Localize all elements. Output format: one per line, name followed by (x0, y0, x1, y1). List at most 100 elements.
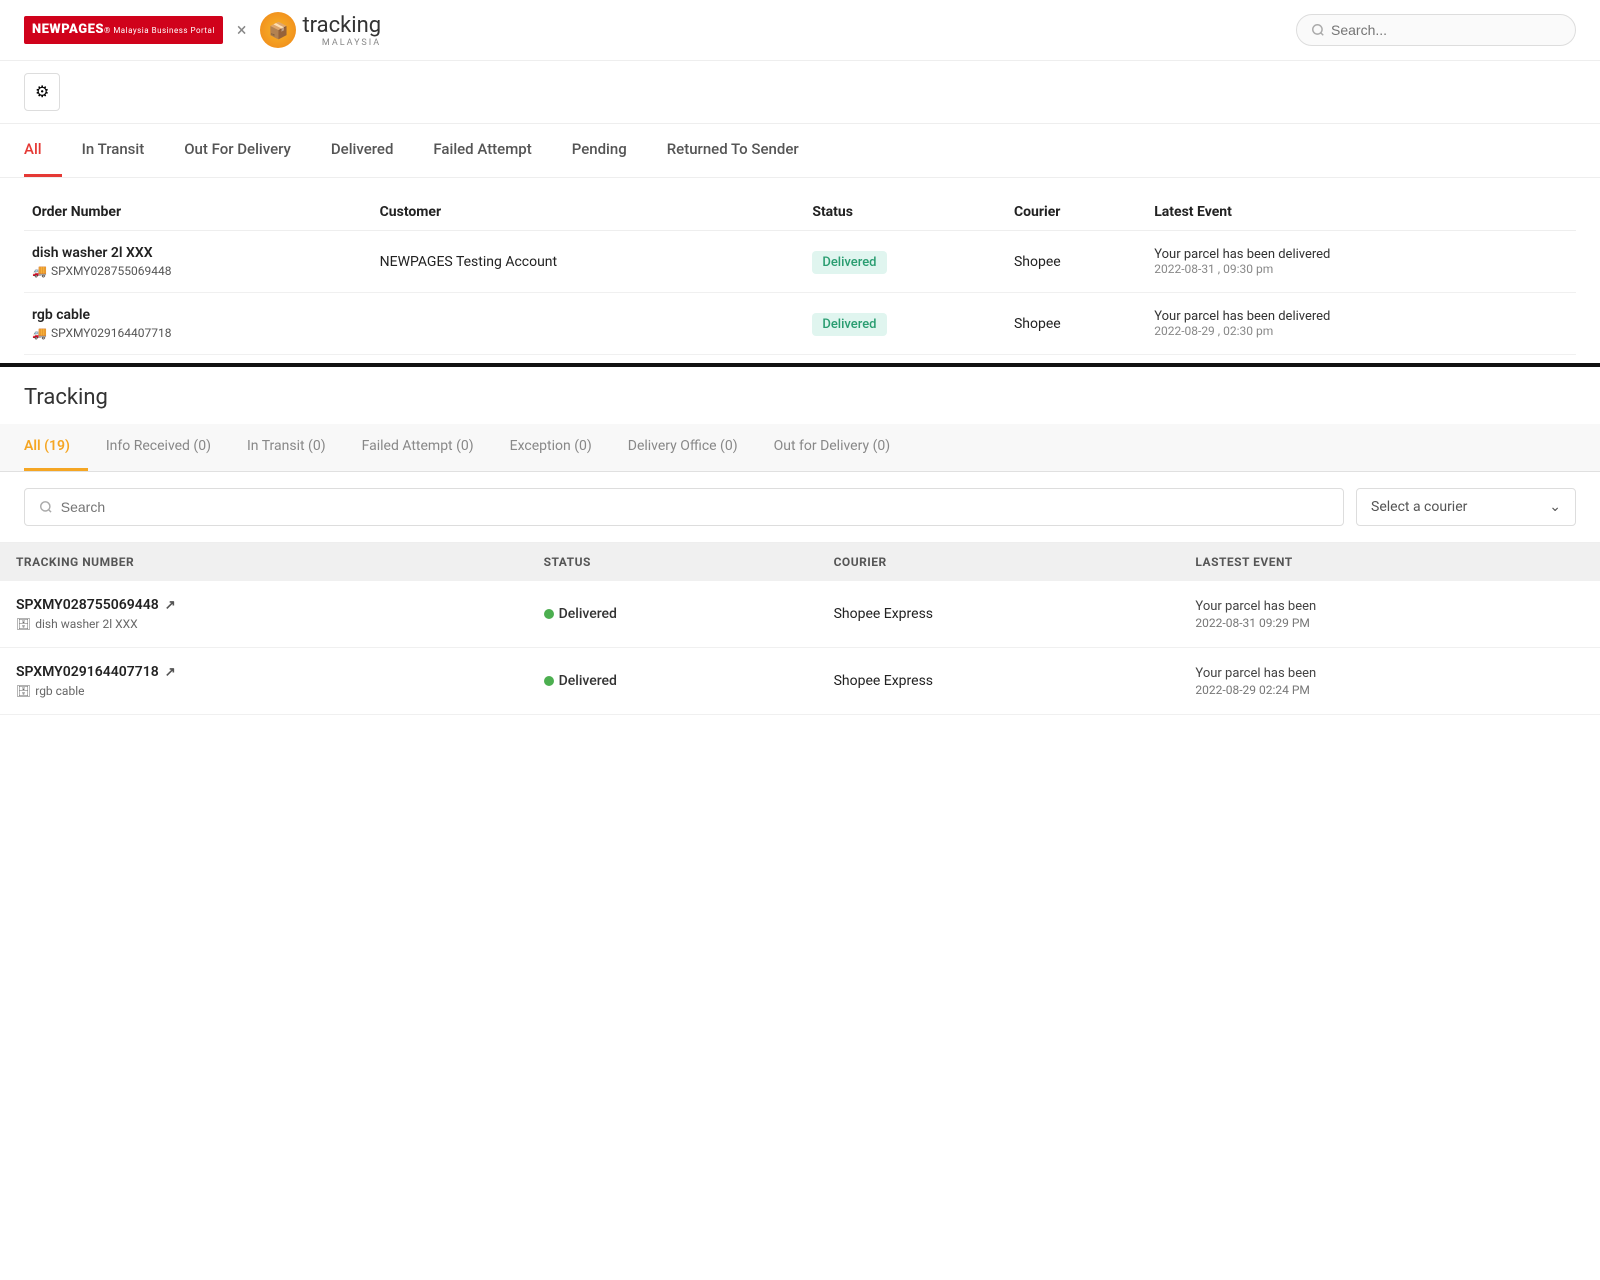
delivered-dot (544, 676, 554, 686)
truck-icon: 🚚 (32, 264, 47, 278)
tracking-tab-exception[interactable]: Exception (0) (492, 424, 610, 471)
tracking-row1-number: SPXMY028755069448 ↗ 🗄 dish washer 2l XXX (0, 581, 528, 648)
filter-row: Select a courier ⌄ (0, 472, 1600, 543)
archive-icon: 🗄 (16, 684, 31, 698)
table-row: SPXMY029164407718 ↗ 🗄 rgb cable Delivere… (0, 648, 1600, 715)
latest-event-date: 2022-08-29 02:24 PM (1195, 683, 1584, 697)
search-icon (1311, 23, 1325, 37)
tracking-search-input[interactable] (61, 499, 1329, 515)
header-search-box[interactable] (1296, 14, 1576, 46)
order-cell-1: dish washer 2l XXX 🚚 SPXMY028755069448 (24, 231, 372, 293)
status-badge: Delivered (812, 251, 886, 274)
tracking-row1-status: Delivered (528, 581, 818, 648)
latest-event-text: Your parcel has been (1195, 599, 1584, 614)
tracking-col-courier: COURIER (818, 543, 1180, 581)
tracking-tab-out-for-delivery[interactable]: Out for Delivery (0) (756, 424, 909, 471)
tracking-order-label: 🗄 dish washer 2l XXX (16, 617, 512, 631)
share-icon[interactable]: ↗ (165, 598, 176, 613)
tracking-num-label: 🚚 SPXMY029164407718 (32, 326, 364, 340)
tracking-number-value: SPXMY028755069448 ↗ (16, 597, 512, 613)
latest-event-text: Your parcel has been (1195, 666, 1584, 681)
delivered-dot (544, 609, 554, 619)
order-name: rgb cable (32, 307, 364, 323)
col-latest-event: Latest Event (1146, 194, 1576, 231)
status-delivered-badge: Delivered (544, 673, 802, 689)
tracking-col-event: LASTEST EVENT (1179, 543, 1600, 581)
col-status: Status (804, 194, 1006, 231)
status-delivered-badge: Delivered (544, 606, 802, 622)
event-text: Your parcel has been delivered (1154, 247, 1568, 262)
col-customer: Customer (372, 194, 805, 231)
order-cell-2: rgb cable 🚚 SPXMY029164407718 (24, 293, 372, 355)
courier-cell-1: Shopee (1006, 231, 1146, 293)
gear-icon: ⚙ (35, 84, 49, 101)
event-text: Your parcel has been delivered (1154, 309, 1568, 324)
settings-area: ⚙ (0, 61, 1600, 124)
tracking-number-value: SPXMY029164407718 ↗ (16, 664, 512, 680)
status-badge: Delivered (812, 313, 886, 336)
courier-cell-2: Shopee (1006, 293, 1146, 355)
tracking-row2-number: SPXMY029164407718 ↗ 🗄 rgb cable (0, 648, 528, 715)
tracking-row1-event: Your parcel has been 2022-08-31 09:29 PM (1179, 581, 1600, 648)
tab-delivered[interactable]: Delivered (311, 124, 414, 177)
orders-table: Order Number Customer Status Courier Lat… (24, 194, 1576, 355)
event-date: 2022-08-31 , 09:30 pm (1154, 262, 1568, 276)
status-cell-2: Delivered (804, 293, 1006, 355)
table-row: rgb cable 🚚 SPXMY029164407718 Delivered … (24, 293, 1576, 355)
tracking-row1-courier: Shopee Express (818, 581, 1180, 648)
newpages-logo: NEWPAGES® Malaysia Business Portal (24, 16, 223, 44)
tracking-logo-area: 📦 tracking MALAYSIA (260, 12, 381, 48)
tracking-row2-status: Delivered (528, 648, 818, 715)
courier-select-label: Select a courier (1371, 499, 1467, 515)
table-row: SPXMY028755069448 ↗ 🗄 dish washer 2l XXX… (0, 581, 1600, 648)
event-cell-1: Your parcel has been delivered 2022-08-3… (1146, 231, 1576, 293)
tab-returned-to-sender[interactable]: Returned To Sender (647, 124, 819, 177)
tracking-num-label: 🚚 SPXMY028755069448 (32, 264, 364, 278)
table-row: dish washer 2l XXX 🚚 SPXMY028755069448 N… (24, 231, 1576, 293)
tracking-row2-courier: Shopee Express (818, 648, 1180, 715)
tracking-tab-delivery-office[interactable]: Delivery Office (0) (610, 424, 756, 471)
tracking-table: TRACKING NUMBER STATUS COURIER LASTEST E… (0, 543, 1600, 715)
tab-in-transit[interactable]: In Transit (62, 124, 165, 177)
tracking-icon: 📦 (260, 12, 296, 48)
x-separator: × (237, 20, 247, 41)
tracking-tab-in-transit[interactable]: In Transit (0) (229, 424, 344, 471)
tab-pending[interactable]: Pending (552, 124, 647, 177)
event-date: 2022-08-29 , 02:30 pm (1154, 324, 1568, 338)
truck-icon: 🚚 (32, 326, 47, 340)
tab-failed-attempt[interactable]: Failed Attempt (413, 124, 551, 177)
customer-cell-2 (372, 293, 805, 355)
tracking-brand: tracking MALAYSIA (302, 13, 381, 48)
tracking-section-title: Tracking (0, 363, 1600, 424)
archive-icon: 🗄 (16, 617, 31, 631)
tracking-search-box[interactable] (24, 488, 1344, 526)
tracking-row2-event: Your parcel has been 2022-08-29 02:24 PM (1179, 648, 1600, 715)
logo-area: NEWPAGES® Malaysia Business Portal × 📦 t… (24, 12, 381, 48)
tracking-col-status: STATUS (528, 543, 818, 581)
tracking-order-label: 🗄 rgb cable (16, 684, 512, 698)
tracking-tab-all[interactable]: All (19) (24, 424, 88, 471)
chevron-down-icon: ⌄ (1549, 499, 1561, 515)
search-icon (39, 500, 53, 514)
tracking-table-wrap: TRACKING NUMBER STATUS COURIER LASTEST E… (0, 543, 1600, 715)
latest-event-date: 2022-08-31 09:29 PM (1195, 616, 1584, 630)
tracking-tab-info-received[interactable]: Info Received (0) (88, 424, 229, 471)
orders-section: Order Number Customer Status Courier Lat… (0, 178, 1600, 355)
order-name: dish washer 2l XXX (32, 245, 364, 261)
header-search-input[interactable] (1331, 22, 1561, 38)
tracking-tabs: All (19) Info Received (0) In Transit (0… (0, 424, 1600, 472)
share-icon[interactable]: ↗ (165, 665, 176, 680)
event-cell-2: Your parcel has been delivered 2022-08-2… (1146, 293, 1576, 355)
header: NEWPAGES® Malaysia Business Portal × 📦 t… (0, 0, 1600, 61)
col-order-number: Order Number (24, 194, 372, 231)
settings-button[interactable]: ⚙ (24, 73, 60, 111)
customer-cell-1: NEWPAGES Testing Account (372, 231, 805, 293)
col-courier: Courier (1006, 194, 1146, 231)
status-cell-1: Delivered (804, 231, 1006, 293)
tab-all[interactable]: All (24, 124, 62, 177)
courier-select-dropdown[interactable]: Select a courier ⌄ (1356, 488, 1576, 526)
tab-out-for-delivery[interactable]: Out For Delivery (164, 124, 311, 177)
top-tabs: All In Transit Out For Delivery Delivere… (0, 124, 1600, 178)
tracking-tab-failed-attempt[interactable]: Failed Attempt (0) (344, 424, 492, 471)
tracking-col-number: TRACKING NUMBER (0, 543, 528, 581)
